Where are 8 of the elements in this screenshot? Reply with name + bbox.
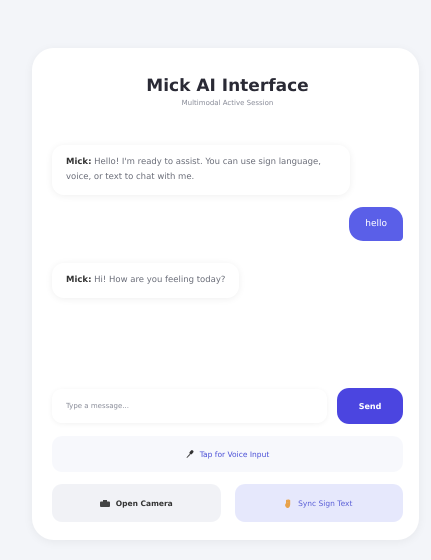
bot-message: Mick: Hello! I'm ready to assist. You can use sign language, voice, or text to chat with me.: [52, 145, 350, 195]
send-button[interactable]: Send: [337, 388, 403, 424]
microphone-icon: [186, 450, 194, 458]
hand-icon: [285, 498, 292, 508]
app-title: Mick AI Interface: [145, 76, 310, 96]
bot-message: Mick: Hi! How are you feeling today?: [52, 262, 240, 298]
camera-icon: [100, 500, 110, 506]
user-message: hello: [349, 206, 403, 241]
